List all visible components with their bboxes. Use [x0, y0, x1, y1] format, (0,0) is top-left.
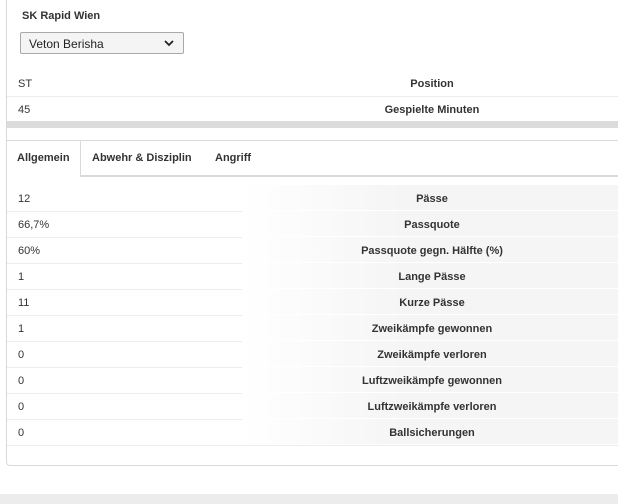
stat-label: Zweikämpfe gewonnen — [371, 323, 493, 335]
stat-label: Pässe — [416, 193, 448, 205]
stat-value: 1 — [18, 323, 25, 335]
table-row: 60% Passquote gegn. Hälfte (%) — [7, 237, 618, 264]
stat-value: 60% — [18, 245, 41, 257]
minutes-value: 45 — [18, 104, 31, 116]
stat-value: 12 — [18, 193, 31, 205]
tab-abwehr-disziplin[interactable]: Abwehr & Disziplin — [92, 141, 192, 175]
info-row-minutes: 45 Gespielte Minuten — [7, 96, 618, 123]
team-name: SK Rapid Wien — [22, 10, 101, 22]
stat-value: 0 — [18, 427, 25, 439]
table-row: 0 Luftzweikämpfe gewonnen — [7, 367, 618, 394]
position-label: Position — [410, 78, 454, 90]
table-row: 1 Lange Pässe — [7, 263, 618, 290]
table-row: 1 Zweikämpfe gewonnen — [7, 315, 618, 342]
footer-band — [0, 494, 618, 504]
info-row-position: ST Position — [7, 70, 618, 97]
stats-tabs: Allgemein Abwehr & Disziplin Angriff — [7, 140, 618, 177]
table-row: 0 Luftzweikämpfe verloren — [7, 393, 618, 420]
table-row: 12 Pässe — [7, 185, 618, 212]
section-divider — [7, 121, 618, 128]
tab-allgemein[interactable]: Allgemein — [7, 141, 81, 177]
stat-label: Passquote — [404, 219, 460, 231]
stat-value: 0 — [18, 375, 25, 387]
stat-value: 1 — [18, 271, 25, 283]
position-value: ST — [18, 78, 33, 90]
stat-value: 0 — [18, 349, 25, 361]
stat-label: Luftzweikämpfe gewonnen — [362, 375, 502, 387]
stat-label: Passquote gegn. Hälfte (%) — [361, 245, 503, 257]
table-row: 11 Kurze Pässe — [7, 289, 618, 316]
stat-value: 0 — [18, 401, 25, 413]
player-select[interactable]: Veton Berisha — [20, 32, 184, 54]
stat-label: Luftzweikämpfe verloren — [367, 401, 497, 413]
stat-label: Lange Pässe — [398, 271, 466, 283]
player-select-value: Veton Berisha — [29, 37, 104, 51]
stat-value: 66,7% — [18, 219, 50, 231]
table-row: 66,7% Passquote — [7, 211, 618, 238]
stat-value: 11 — [18, 297, 30, 309]
table-row: 0 Zweikämpfe verloren — [7, 341, 618, 368]
stat-label: Ballsicherungen — [389, 427, 475, 439]
stat-label: Kurze Pässe — [399, 297, 465, 309]
stat-label: Zweikämpfe verloren — [377, 349, 487, 361]
chevron-down-icon — [164, 40, 174, 47]
table-row: 0 Ballsicherungen — [7, 419, 618, 446]
tab-angriff[interactable]: Angriff — [215, 141, 251, 175]
minutes-label: Gespielte Minuten — [384, 104, 480, 116]
